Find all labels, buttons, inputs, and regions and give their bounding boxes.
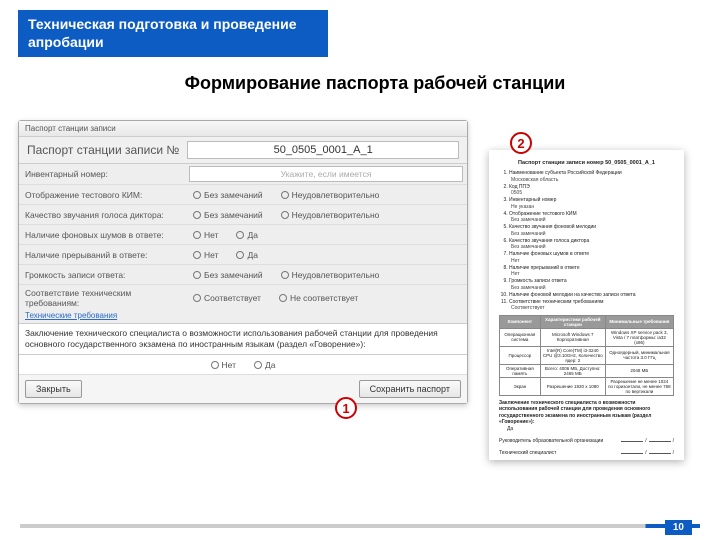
radio-option[interactable]: Неудовлетворительно <box>281 190 380 200</box>
radio-icon <box>236 231 244 239</box>
passport-number-label: Паспорт станции записи № <box>27 143 179 157</box>
radio-icon <box>279 294 287 302</box>
radio-icon <box>281 211 289 219</box>
inventory-row: Инвентарный номер: Укажите, если имеется <box>19 164 467 185</box>
radio-icon <box>193 231 201 239</box>
radio-icon <box>193 251 201 259</box>
document-preview: Паспорт станции записи номер 50_0505_000… <box>489 150 684 460</box>
radio-option[interactable]: Да <box>254 360 275 370</box>
conclusion-text: Заключение технического специалиста о во… <box>19 323 467 355</box>
form-row: Отображение тестового КИМ: Без замечаний… <box>19 185 467 205</box>
radio-option[interactable]: Соответствует <box>193 293 261 303</box>
marker-2: 2 <box>510 132 532 154</box>
radio-option[interactable]: Без замечаний <box>193 270 263 280</box>
row-label: Соответствие техническим требованиям: <box>19 285 189 311</box>
radio-icon <box>193 271 201 279</box>
window-footer: Закрыть Сохранить паспорт <box>19 375 467 403</box>
radio-option[interactable]: Нет <box>193 230 218 240</box>
radio-option[interactable]: Без замечаний <box>193 210 263 220</box>
radio-option[interactable]: Без замечаний <box>193 190 263 200</box>
radio-icon <box>281 191 289 199</box>
radio-option[interactable]: Неудовлетворительно <box>281 270 380 280</box>
radio-option[interactable]: Неудовлетворительно <box>281 210 380 220</box>
radio-icon <box>193 211 201 219</box>
inventory-label: Инвентарный номер: <box>19 166 189 182</box>
close-button[interactable]: Закрыть <box>25 380 82 398</box>
window-titlebar: Паспорт станции записи <box>19 121 467 137</box>
doc-list: Наименование субъекта Российской Федерац… <box>499 170 674 312</box>
radio-icon <box>281 271 289 279</box>
page-number: 10 <box>665 520 692 535</box>
form-row: Качество звучания голоса диктора: Без за… <box>19 205 467 225</box>
doc-conclusion: Заключение технического специалиста о во… <box>499 400 674 433</box>
slide-header: Техническая подготовка и проведение апро… <box>18 10 328 57</box>
radio-icon <box>236 251 244 259</box>
radio-icon <box>254 361 262 369</box>
app-window: Паспорт станции записи Паспорт станции з… <box>18 120 468 404</box>
marker-1: 1 <box>335 397 357 419</box>
doc-title: Паспорт станции записи номер 50_0505_000… <box>499 160 674 166</box>
footer-bar <box>20 524 700 528</box>
radio-option[interactable]: Нет <box>193 250 218 260</box>
radio-icon <box>193 294 201 302</box>
radio-icon <box>211 361 219 369</box>
doc-spec-table: КомпонентХарактеристики рабочей станцииМ… <box>499 315 674 396</box>
radio-option[interactable]: Да <box>236 250 257 260</box>
form-row: Громкость записи ответа: Без замечаний Н… <box>19 265 467 285</box>
passport-number-bar: Паспорт станции записи № 50_0505_0001_A_… <box>19 137 467 164</box>
row-label: Качество звучания голоса диктора: <box>19 207 189 223</box>
radio-option[interactable]: Да <box>236 230 257 240</box>
form-row: Наличие фоновых шумов в ответе: Нет Да <box>19 225 467 245</box>
passport-number-value: 50_0505_0001_A_1 <box>187 141 459 159</box>
radio-icon <box>193 191 201 199</box>
inventory-input[interactable]: Укажите, если имеется <box>189 166 463 182</box>
page-title: Формирование паспорта рабочей станции <box>0 73 720 94</box>
save-passport-button[interactable]: Сохранить паспорт <box>359 380 461 398</box>
row-label: Наличие фоновых шумов в ответе: <box>19 227 189 243</box>
radio-option[interactable]: Не соответствует <box>279 293 358 303</box>
form-row: Соответствие техническим требованиям: Со… <box>19 285 467 311</box>
row-label: Громкость записи ответа: <box>19 267 189 283</box>
radio-option[interactable]: Нет <box>211 360 236 370</box>
row-label: Наличие прерываний в ответе: <box>19 247 189 263</box>
tech-requirements-link[interactable]: Технические требования <box>19 311 467 323</box>
row-label: Отображение тестового КИМ: <box>19 187 189 203</box>
form-rows: Инвентарный номер: Укажите, если имеется… <box>19 164 467 375</box>
form-row: Наличие прерываний в ответе: Нет Да <box>19 245 467 265</box>
